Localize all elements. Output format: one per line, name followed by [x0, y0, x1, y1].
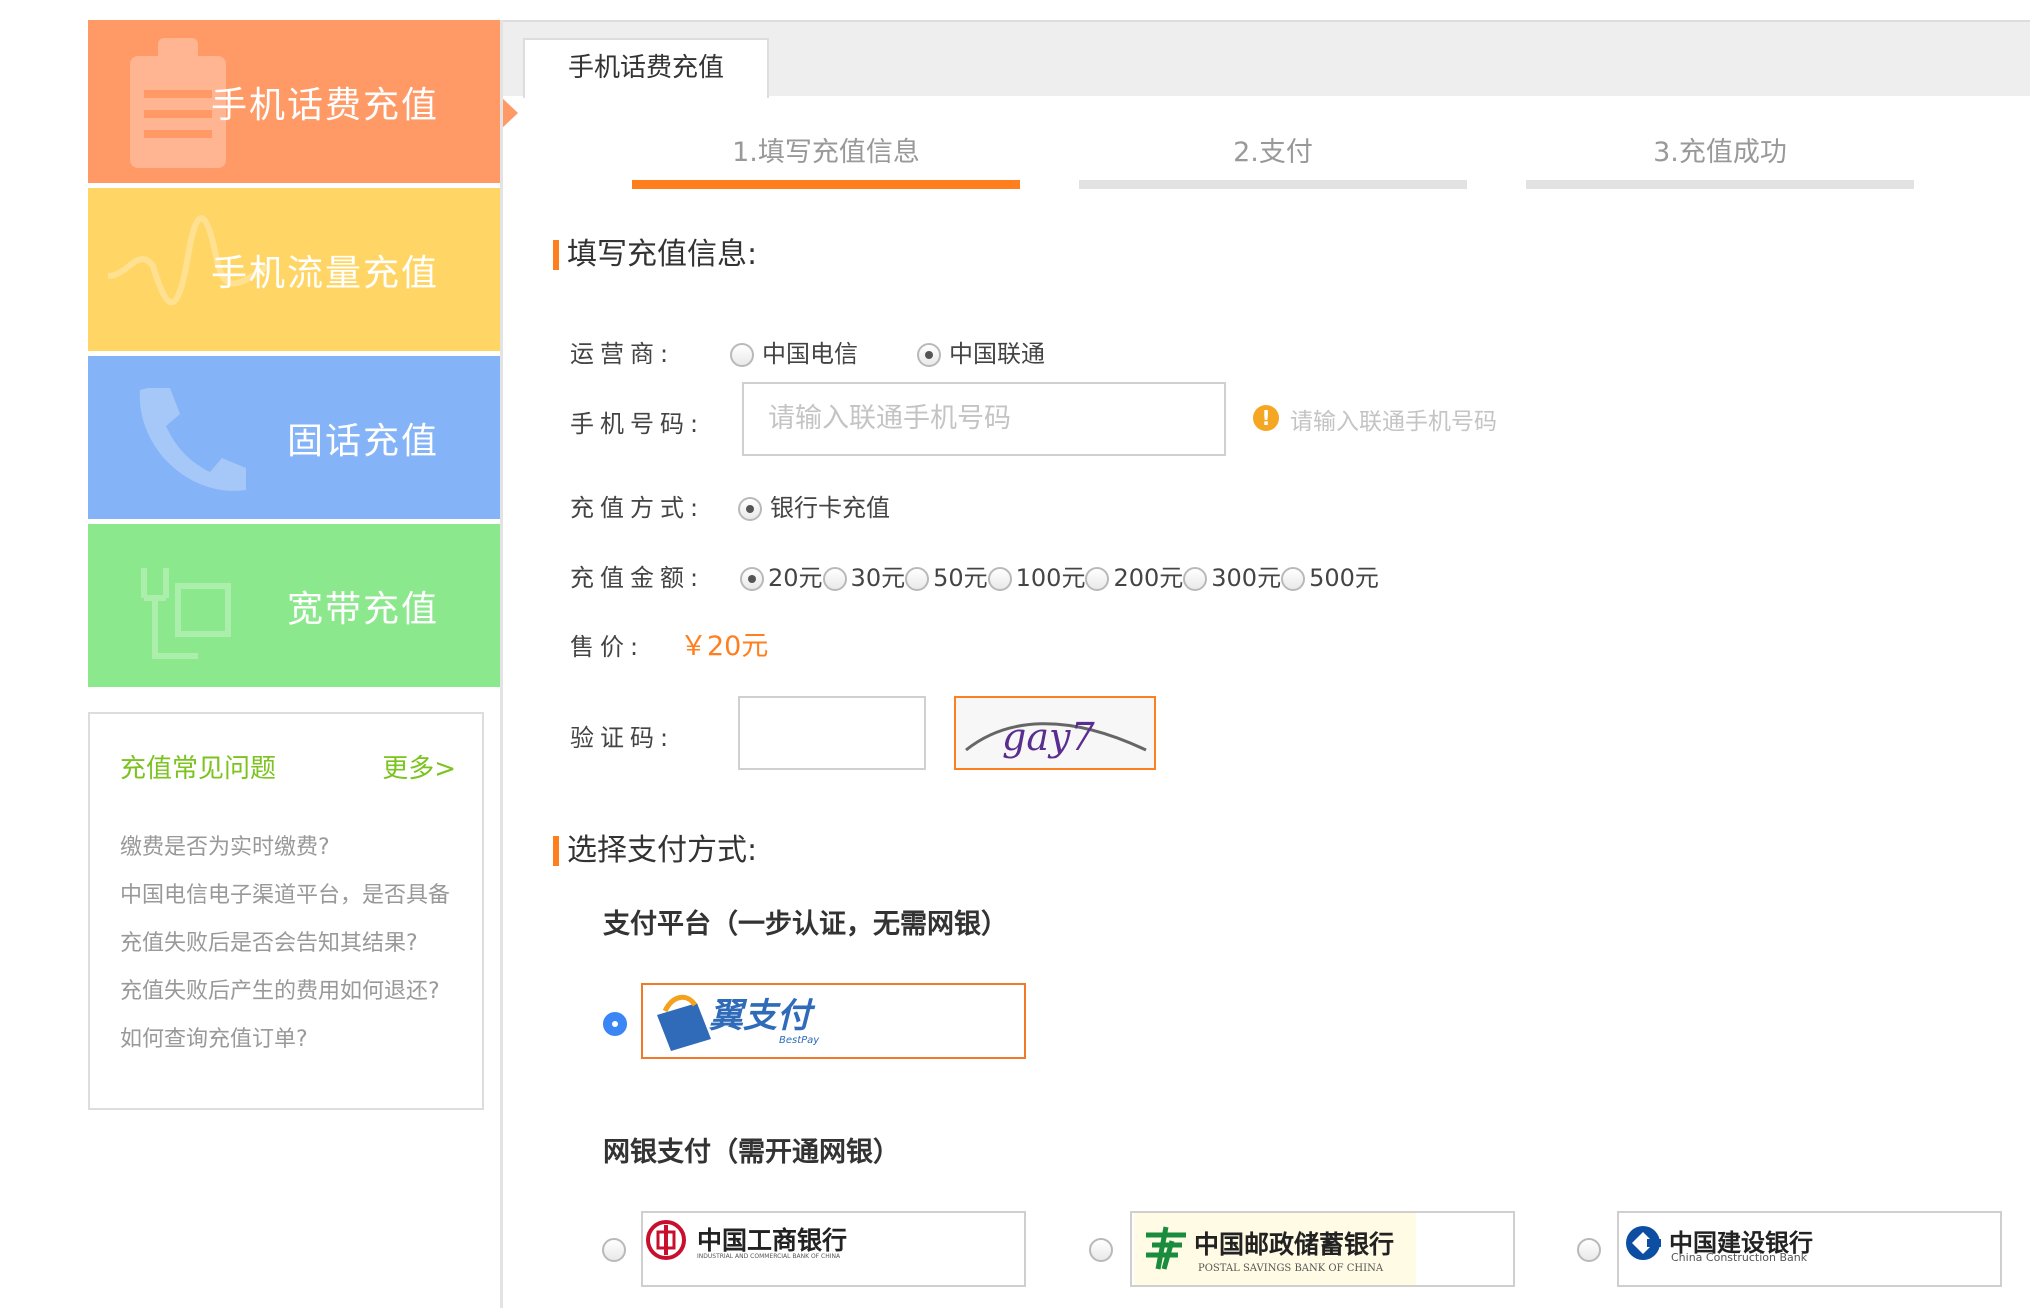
amount-option-100[interactable]: 100元: [987, 564, 1085, 592]
bank-radio-psbc[interactable]: [1089, 1238, 1113, 1262]
ccb-logo-icon: [1626, 1226, 1661, 1260]
sidebar-item-label: 手机流量充值: [210, 253, 439, 294]
bank-name-psbc: 中国邮政储蓄银行: [1194, 1230, 1395, 1259]
bank-radio-ccb[interactable]: [1577, 1238, 1601, 1262]
bestpay-sub: BestPay: [779, 1035, 820, 1046]
sidebar-item-broadband[interactable]: 宽带充值: [88, 524, 501, 687]
radio-button[interactable]: [740, 567, 764, 591]
bank-radio-icbc[interactable]: [602, 1238, 626, 1262]
carrier-label: 运营商:: [570, 340, 675, 368]
sidebar-item-mobile-bill[interactable]: 手机话费充值: [88, 20, 501, 183]
price-label: 售价:: [570, 633, 645, 661]
faq-panel: 充值常见问题 更多> 缴费是否为实时缴费? 中国电信电子渠道平台，是否具备 充值…: [88, 712, 484, 1110]
radio-button[interactable]: [1183, 567, 1208, 591]
sidebar-item-landline[interactable]: 固话充值: [88, 356, 501, 519]
method-option-bank-card[interactable]: 银行卡充值: [738, 488, 890, 523]
radio-button[interactable]: [905, 567, 930, 591]
sidebar-item-label: 手机话费充值: [210, 85, 439, 126]
amount-options: 20元 30元 50元 100元 200元 300元 500元: [740, 558, 1379, 593]
carrier-option-telecom[interactable]: 中国电信: [730, 334, 858, 369]
bank-name-icbc: 中国工商银行: [697, 1226, 848, 1255]
captcha-label: 验证码:: [570, 724, 675, 752]
captcha-image[interactable]: gay7: [954, 696, 1156, 770]
content-divider: [500, 20, 503, 1308]
platform-title: 支付平台（一步认证，无需网银）: [603, 909, 1008, 940]
amount-option-50[interactable]: 50元: [905, 564, 988, 592]
icbc-logo-icon: [646, 1220, 686, 1260]
step-progress-bar: [632, 180, 1020, 189]
warning-icon: !: [1253, 405, 1279, 431]
amount-option-500[interactable]: 500元: [1281, 564, 1379, 592]
bestpay-option[interactable]: 翼支付 BestPay: [641, 983, 1026, 1059]
sidebar-item-mobile-data[interactable]: 手机流量充值: [88, 188, 501, 351]
carrier-option-unicom[interactable]: 中国联通: [917, 334, 1045, 369]
amount-option-200[interactable]: 200元: [1085, 564, 1183, 592]
step-fill-info: 1.填写充值信息: [732, 137, 920, 168]
step-progress-bar: [1079, 180, 1467, 189]
faq-title: 充值常见问题: [120, 754, 277, 784]
plug-icon: [141, 568, 231, 659]
amount-option-30[interactable]: 30元: [822, 564, 905, 592]
captcha-input[interactable]: [738, 696, 926, 770]
faq-item[interactable]: 充值失败后产生的费用如何退还?: [120, 968, 490, 1016]
bestpay-name: 翼支付: [709, 996, 816, 1036]
faq-item[interactable]: 缴费是否为实时缴费?: [120, 824, 490, 872]
faq-more-link[interactable]: 更多>: [382, 748, 456, 785]
method-label: 充值方式:: [570, 494, 705, 522]
amount-option-300[interactable]: 300元: [1183, 564, 1281, 592]
step-pay: 2.支付: [1233, 137, 1313, 168]
bank-option-icbc[interactable]: 中国工商银行 INDUSTRIAL AND COMMERCIAL BANK OF…: [641, 1211, 1026, 1287]
bank-en-psbc: POSTAL SAVINGS BANK OF CHINA: [1198, 1263, 1384, 1274]
step-success: 3.充值成功: [1653, 137, 1787, 168]
amount-label: 充值金额:: [570, 564, 705, 592]
phone-label: 手机号码:: [570, 410, 705, 438]
phone-hint: 请输入联通手机号码: [1290, 409, 1497, 435]
bestpay-logo: 翼支付 BestPay: [657, 994, 820, 1051]
tab-mobile-bill[interactable]: 手机话费充值: [523, 38, 769, 98]
radio-button[interactable]: [987, 567, 1012, 591]
bank-option-psbc[interactable]: 中国邮政储蓄银行 POSTAL SAVINGS BANK OF CHINA: [1130, 1211, 1515, 1287]
captcha-noise: gay7: [965, 715, 1147, 759]
platform-radio[interactable]: [603, 1012, 627, 1036]
faq-item[interactable]: 中国电信电子渠道平台，是否具备: [120, 872, 490, 920]
radio-button[interactable]: [822, 567, 847, 591]
sidebar-item-label: 固话充值: [286, 421, 439, 462]
radio-button[interactable]: [1085, 567, 1110, 591]
captcha-text: gay7: [1002, 715, 1095, 759]
sidebar-item-label: 宽带充值: [286, 589, 439, 630]
bank-en-icbc: INDUSTRIAL AND COMMERCIAL BANK OF CHINA: [697, 1253, 841, 1260]
faq-item[interactable]: 如何查询充值订单?: [120, 1016, 490, 1064]
bank-title: 网银支付（需开通网银）: [603, 1137, 900, 1168]
radio-button[interactable]: [1281, 567, 1306, 591]
phone-icon: [139, 388, 246, 491]
bank-option-ccb[interactable]: 中国建设银行 China Construction Bank: [1617, 1211, 2002, 1287]
amount-option-20[interactable]: 20元: [740, 564, 823, 592]
radio-button[interactable]: [917, 343, 941, 367]
step-progress-bar: [1526, 180, 1914, 189]
price-value: ￥20元: [680, 631, 769, 662]
faq-list: 缴费是否为实时缴费? 中国电信电子渠道平台，是否具备 充值失败后是否会告知其结果…: [120, 824, 490, 1064]
radio-button[interactable]: [730, 343, 754, 367]
phone-number-input[interactable]: 请输入联通手机号码: [742, 382, 1226, 456]
psbc-logo-icon: [1146, 1226, 1186, 1270]
fill-info-title: 填写充值信息:: [553, 240, 757, 270]
bank-en-ccb: China Construction Bank: [1671, 1251, 1808, 1264]
radio-button[interactable]: [738, 497, 762, 521]
faq-item[interactable]: 充值失败后是否会告知其结果?: [120, 920, 490, 968]
payment-method-title: 选择支付方式:: [553, 836, 757, 866]
